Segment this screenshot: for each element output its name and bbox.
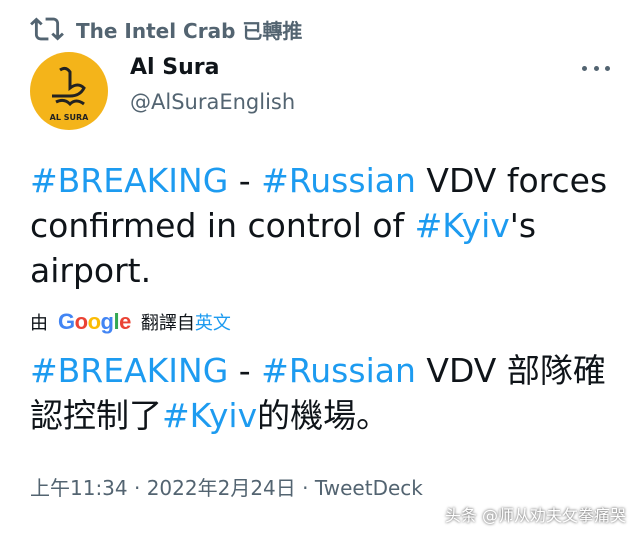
translated-tweet-text: #BREAKING - #Russian VDV 部隊確認控制了#Kyiv的機場… — [30, 348, 620, 438]
translation-prefix: 由 — [30, 313, 48, 334]
avatar-logo-text: AL SURA — [50, 113, 89, 122]
retweeted-by-label[interactable]: The Intel Crab 已轉推 — [76, 15, 302, 44]
author-handle[interactable]: @AlSuraEnglish — [130, 90, 295, 114]
al-sura-logo: AL SURA — [50, 66, 89, 122]
more-options-icon[interactable] — [582, 58, 610, 78]
translated-hashtag-breaking[interactable]: #BREAKING — [30, 351, 228, 390]
translated-separator: - — [228, 351, 262, 390]
retweet-icon — [30, 17, 64, 41]
tweet-text: #BREAKING - #Russian VDV forces confirme… — [30, 158, 620, 293]
tweet-timestamp[interactable]: 上午11:34 · 2022年2月24日 · TweetDeck — [30, 472, 423, 501]
translated-hashtag-kyiv[interactable]: #Kyiv — [162, 396, 257, 435]
author-name[interactable]: Al Sura — [130, 55, 219, 80]
hashtag-russian[interactable]: #Russian — [261, 161, 416, 200]
translation-label: 翻譯自 — [140, 313, 195, 334]
tweet-separator: - — [228, 161, 262, 200]
avatar[interactable]: AL SURA — [30, 52, 108, 130]
hashtag-breaking[interactable]: #BREAKING — [30, 161, 228, 200]
watermark: 头条 @师从劝夫攵拳痛哭 — [444, 506, 626, 525]
translation-attribution: 由 Google 翻譯自 英文 — [30, 308, 231, 336]
translated-hashtag-russian[interactable]: #Russian — [261, 351, 416, 390]
source-language-link[interactable]: 英文 — [195, 309, 231, 335]
retweet-header: The Intel Crab 已轉推 — [30, 12, 302, 46]
google-logo: Google — [58, 309, 131, 334]
hashtag-kyiv[interactable]: #Kyiv — [415, 206, 510, 245]
translated-text-part-b: 的機場。 — [257, 396, 390, 435]
